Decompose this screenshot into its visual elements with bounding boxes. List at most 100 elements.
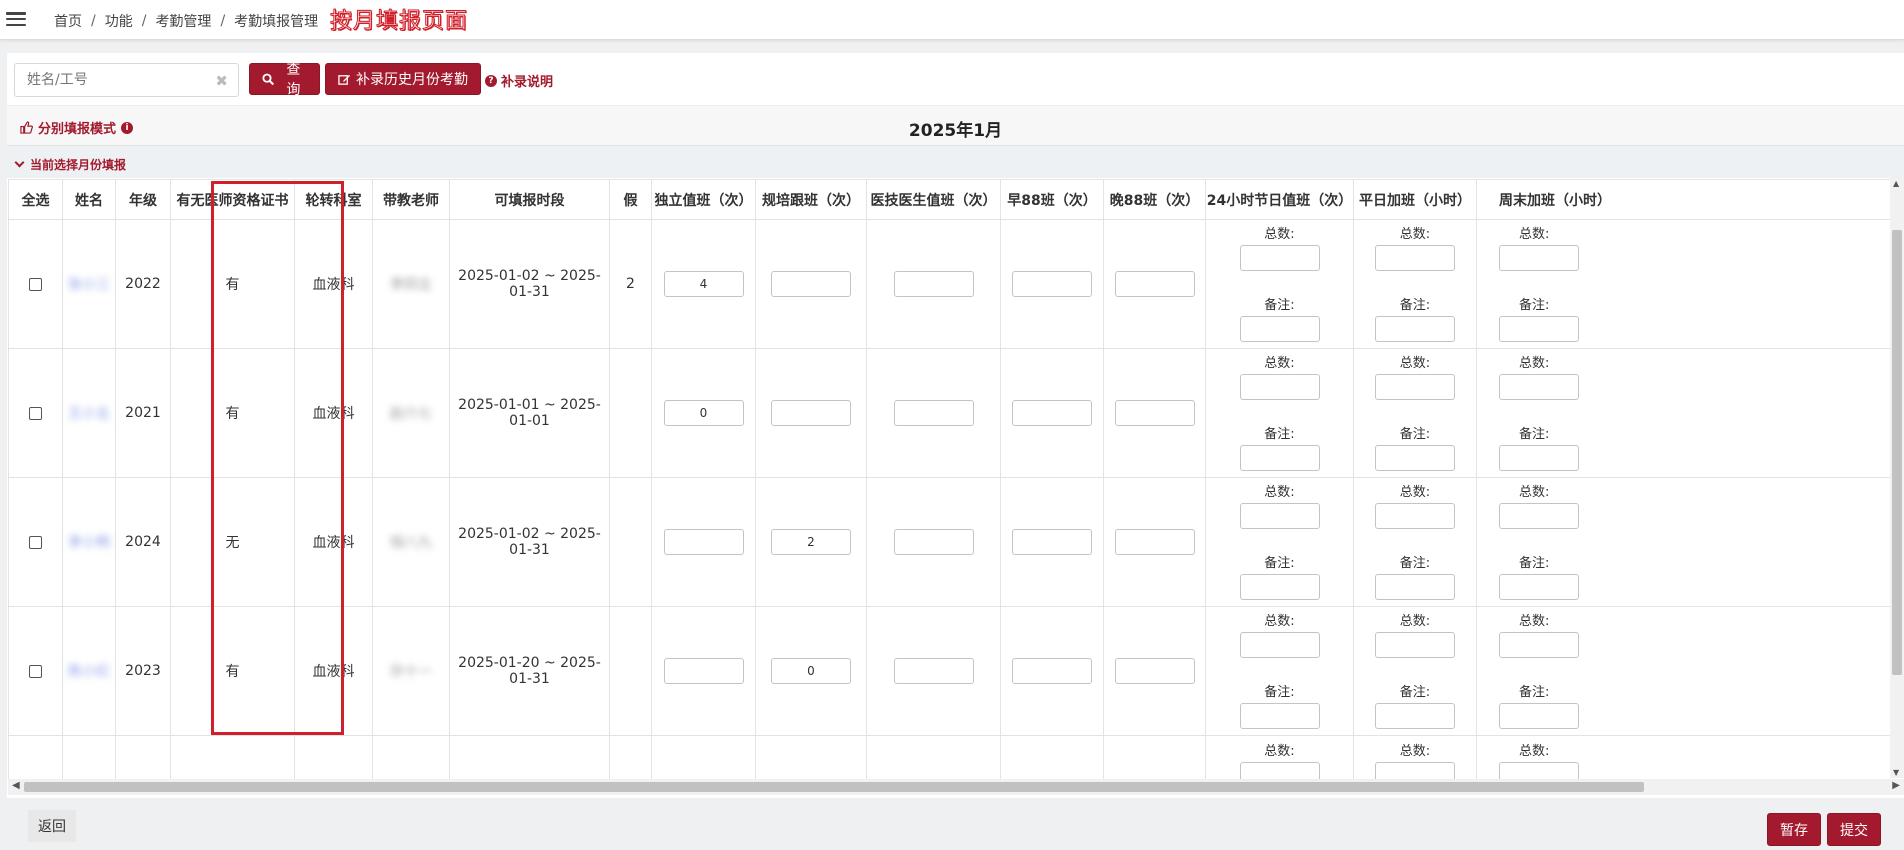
col-department: 轮转科室: [294, 179, 373, 220]
independent-duty-input[interactable]: [663, 658, 744, 684]
follow-duty-input[interactable]: [771, 271, 851, 297]
month-title: 2025年1月: [908, 121, 1003, 141]
menu-icon[interactable]: [6, 10, 26, 28]
col-select-all[interactable]: 全选: [8, 179, 63, 220]
weekday-total-input[interactable]: [1375, 373, 1455, 400]
breadcrumb-function[interactable]: 功能: [105, 11, 133, 31]
independent-duty-input[interactable]: [663, 271, 744, 297]
back-button[interactable]: 返回: [28, 810, 76, 842]
independent-duty-input[interactable]: [663, 400, 744, 426]
search-input[interactable]: [15, 64, 205, 96]
weekend-total-input[interactable]: [1499, 373, 1579, 400]
weekday-total-input[interactable]: [1375, 762, 1455, 779]
early-88-input[interactable]: [1012, 400, 1092, 426]
certificate-cell: 有: [170, 219, 295, 349]
holiday-total-input[interactable]: [1239, 502, 1320, 529]
follow-duty-input[interactable]: [771, 658, 851, 684]
horizontal-scrollbar[interactable]: ◀ ▶: [8, 779, 1904, 795]
scroll-left-icon[interactable]: ◀: [12, 780, 20, 791]
current-month-bar: 当前选择月份填报: [7, 145, 1904, 178]
holiday-remark-input[interactable]: [1239, 702, 1320, 729]
weekday-total-input[interactable]: [1375, 244, 1455, 271]
weekend-total-input[interactable]: [1499, 631, 1579, 658]
tech-duty-input[interactable]: [893, 271, 974, 297]
department-cell: 血液科: [294, 606, 373, 736]
grade-cell: 2021: [115, 348, 171, 478]
independent-duty-input[interactable]: [663, 529, 744, 555]
weekend-total-input[interactable]: [1499, 502, 1579, 529]
weekend-remark-input[interactable]: [1499, 702, 1579, 729]
student-name[interactable]: 王小五: [68, 403, 110, 423]
submit-button[interactable]: 提交: [1827, 813, 1881, 846]
holiday-total-input[interactable]: [1239, 762, 1320, 779]
current-month-toggle[interactable]: 当前选择月份填报: [14, 156, 126, 173]
breadcrumb-home[interactable]: 首页: [54, 11, 82, 31]
chevron-down-icon: [14, 157, 25, 168]
weekend-remark-input[interactable]: [1499, 444, 1579, 471]
row-checkbox[interactable]: [29, 535, 42, 549]
weekend-remark-input[interactable]: [1499, 573, 1579, 600]
tech-duty-input[interactable]: [893, 400, 974, 426]
vertical-scrollbar[interactable]: ▲ ▼: [1890, 178, 1904, 778]
holiday-remark-input[interactable]: [1239, 315, 1320, 342]
supplement-help-link[interactable]: ? 补录说明: [485, 71, 553, 90]
early-88-input[interactable]: [1012, 658, 1092, 684]
late-88-input[interactable]: [1114, 271, 1195, 297]
breadcrumb-separator: /: [141, 13, 147, 29]
scroll-down-icon[interactable]: ▼: [1893, 768, 1899, 777]
holiday-remark-input[interactable]: [1239, 444, 1320, 471]
row-checkbox[interactable]: [29, 277, 42, 291]
weekend-total-input[interactable]: [1499, 244, 1579, 271]
weekday-remark-input[interactable]: [1375, 702, 1455, 729]
holiday-total-input[interactable]: [1239, 373, 1320, 400]
weekend-remark-input[interactable]: [1499, 315, 1579, 342]
student-name[interactable]: 李小明: [68, 532, 110, 552]
student-name[interactable]: 陈小红: [68, 661, 110, 681]
late-88-input[interactable]: [1114, 529, 1195, 555]
weekday-remark-input[interactable]: [1375, 315, 1455, 342]
grade-cell: 2022: [115, 219, 171, 349]
mode-bar: 分别填报模式 i 2025年1月: [7, 105, 1904, 145]
scroll-right-icon[interactable]: ▶: [1892, 780, 1900, 791]
weekend-total-input[interactable]: [1499, 762, 1579, 779]
teacher-name: 钱八九: [390, 535, 432, 551]
leave-cell: 2: [609, 219, 652, 349]
department-cell: 血液科: [294, 219, 373, 349]
query-button[interactable]: 查询: [249, 62, 320, 98]
tech-duty-input[interactable]: [893, 529, 974, 555]
student-name[interactable]: 张小三: [68, 274, 110, 294]
supplement-history-button[interactable]: 补录历史月份考勤: [325, 63, 481, 95]
weekday-total-input[interactable]: [1375, 631, 1455, 658]
late-88-input[interactable]: [1114, 400, 1195, 426]
horizontal-scroll-thumb[interactable]: [24, 782, 1644, 792]
holiday-total-input[interactable]: [1239, 244, 1320, 271]
early-88-input[interactable]: [1012, 271, 1092, 297]
early-88-input[interactable]: [1012, 529, 1092, 555]
tech-duty-input[interactable]: [893, 658, 974, 684]
weekday-remark-input[interactable]: [1375, 444, 1455, 471]
total-label: 总数:: [1399, 226, 1431, 242]
search-icon: [262, 73, 275, 85]
late-88-input[interactable]: [1114, 658, 1195, 684]
remark-label: 备注:: [1519, 684, 1550, 700]
certificate-cell: 有: [170, 606, 295, 736]
follow-duty-input[interactable]: [771, 529, 851, 555]
weekday-total-input[interactable]: [1375, 502, 1455, 529]
breadcrumb-attendance[interactable]: 考勤管理: [155, 11, 211, 31]
scroll-up-icon[interactable]: ▲: [1893, 179, 1899, 188]
department-cell: 血液科: [294, 477, 373, 607]
holiday-total-input[interactable]: [1239, 631, 1320, 658]
follow-duty-input[interactable]: [771, 400, 851, 426]
remark-label: 备注:: [1264, 297, 1295, 313]
weekday-remark-input[interactable]: [1375, 573, 1455, 600]
remark-label: 备注:: [1519, 297, 1550, 313]
vertical-scroll-thumb[interactable]: [1892, 230, 1902, 675]
save-draft-button[interactable]: 暂存: [1767, 813, 1821, 846]
table-header-row: 全选 姓名 年级 有无医师资格证书 轮转科室 带教老师 可填报时段 假 独立值班…: [8, 179, 1890, 220]
annotation-title: 按月填报页面: [329, 9, 469, 35]
col-period: 可填报时段: [449, 179, 610, 220]
row-checkbox[interactable]: [29, 664, 42, 678]
row-checkbox[interactable]: [29, 406, 42, 420]
holiday-remark-input[interactable]: [1239, 573, 1320, 600]
clear-icon[interactable]: ✖: [215, 72, 228, 90]
